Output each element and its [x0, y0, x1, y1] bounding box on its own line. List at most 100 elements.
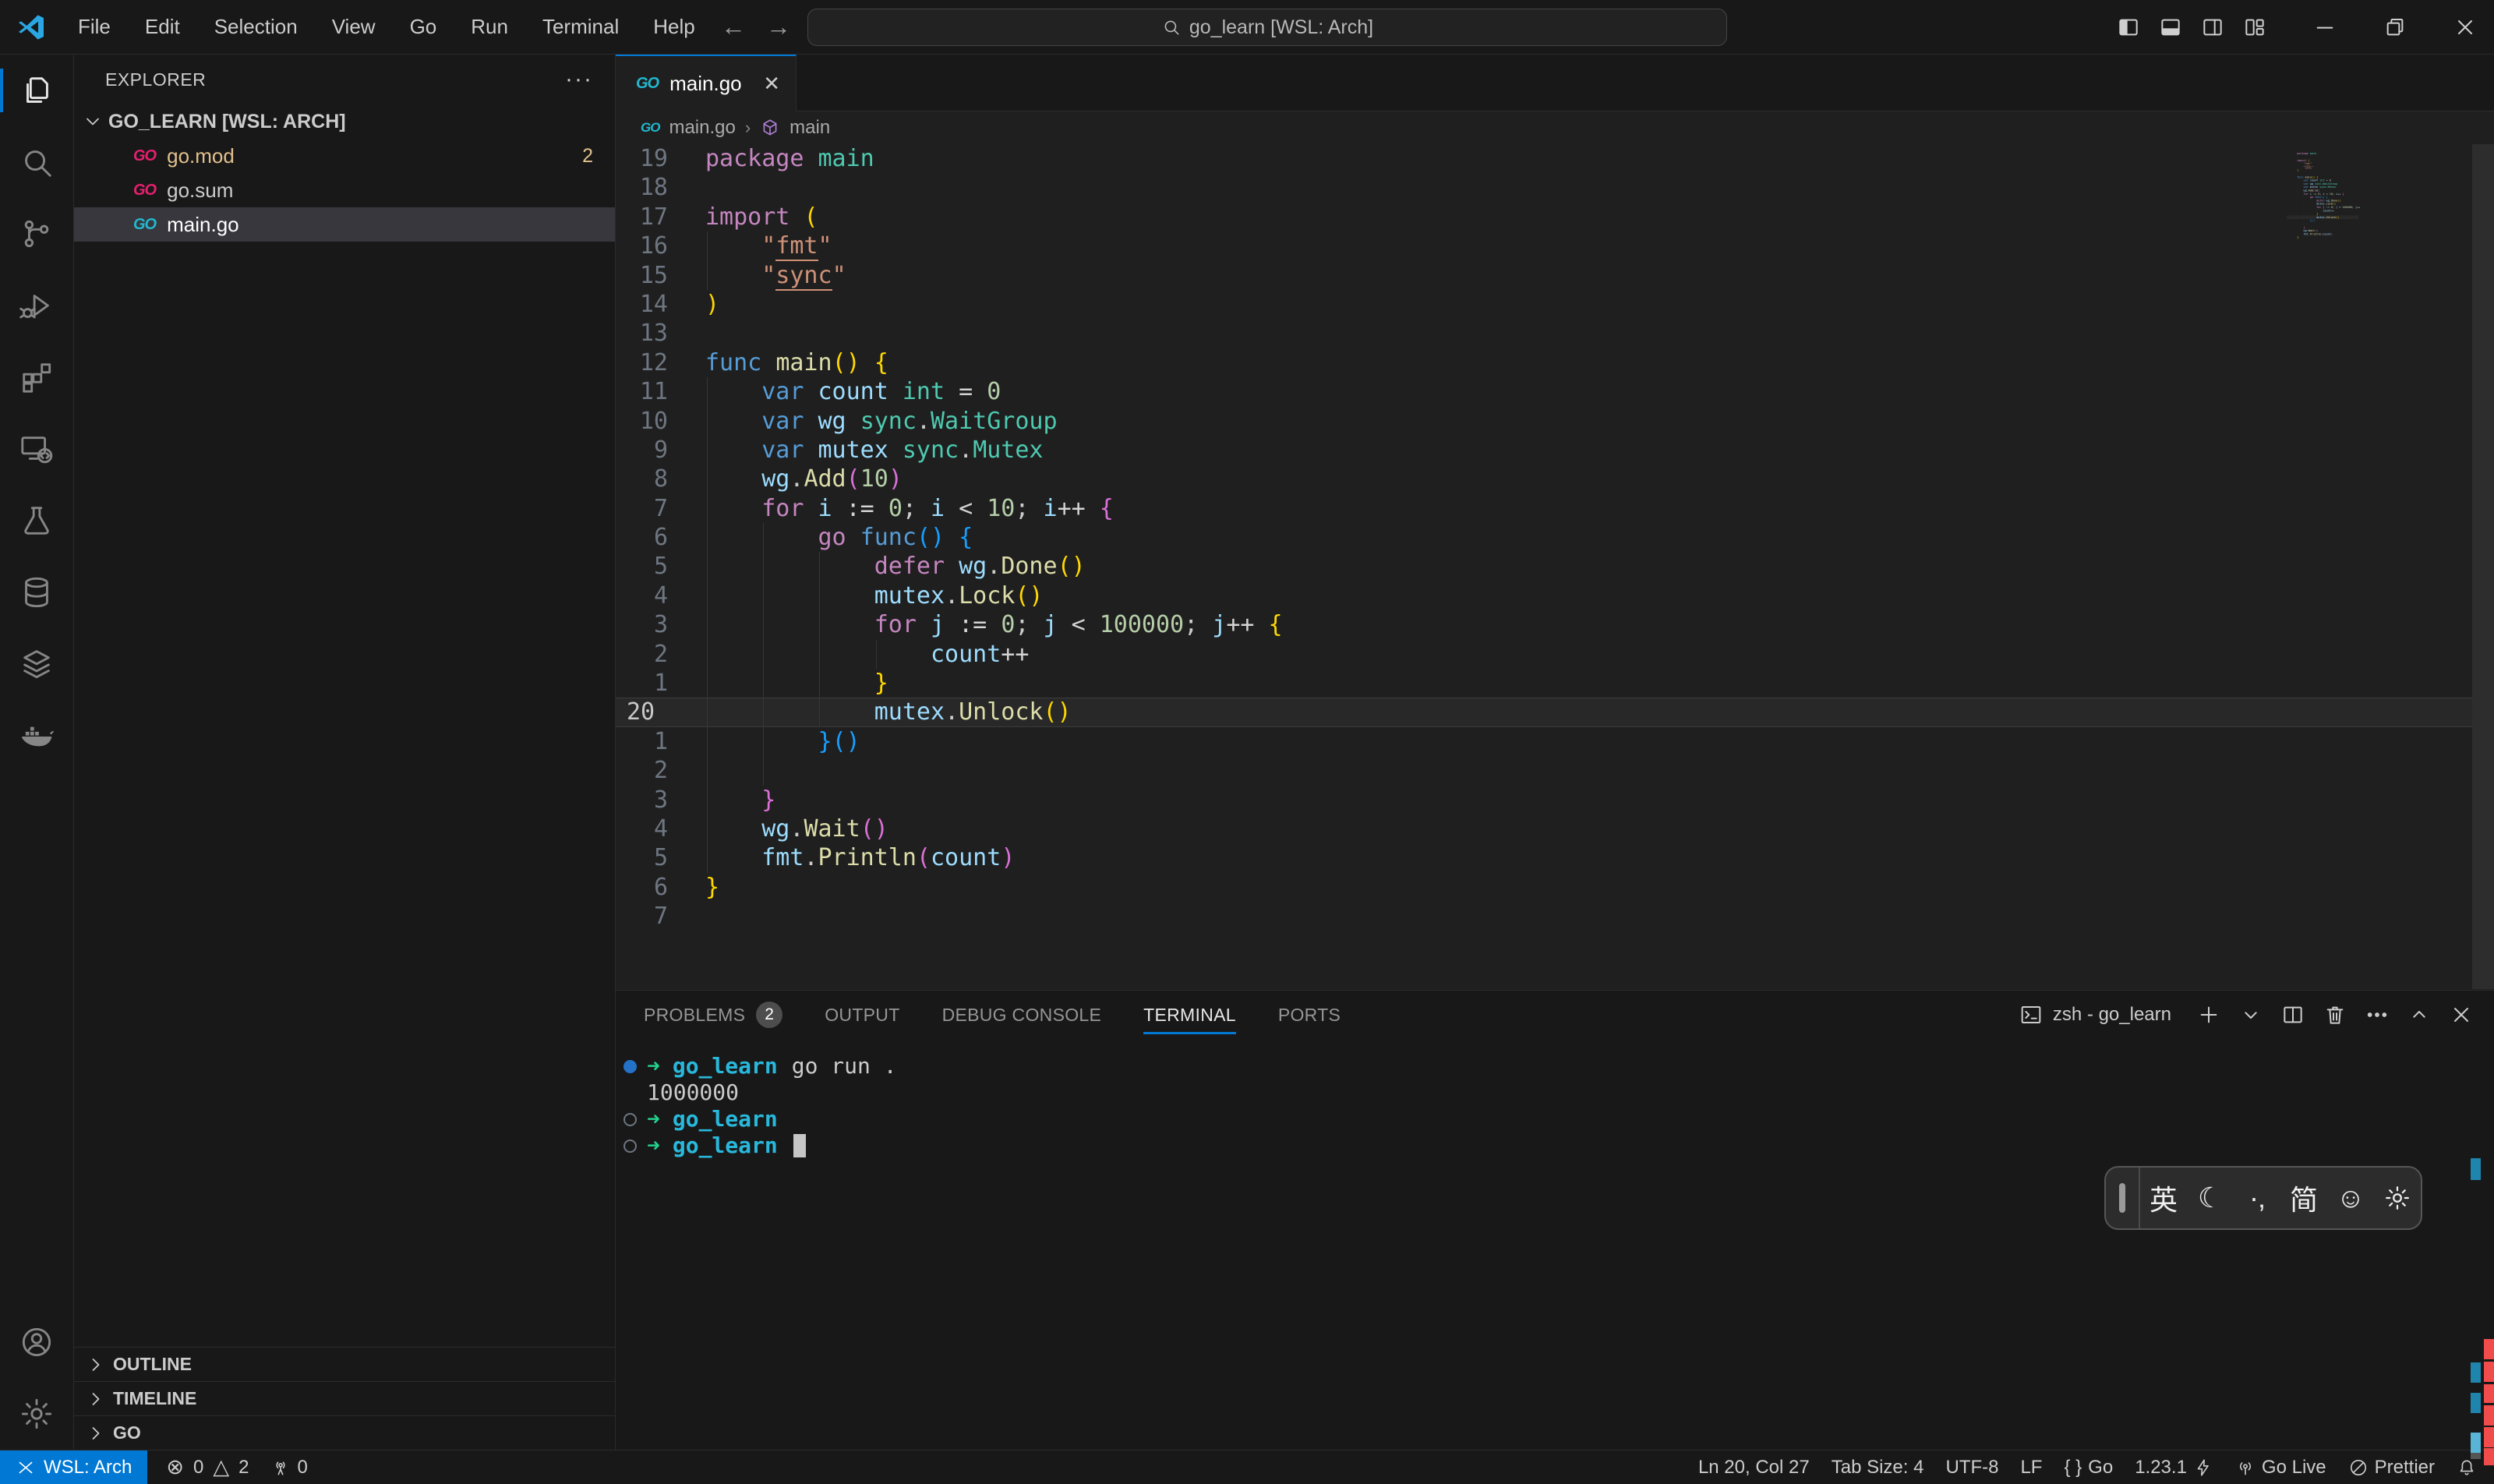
status-eol[interactable]: LF	[2009, 1457, 2053, 1479]
testing-icon[interactable]	[0, 485, 74, 556]
code-line[interactable]: 2	[616, 756, 2494, 785]
line-number[interactable]: 1	[616, 669, 705, 698]
files-icon[interactable]	[0, 55, 74, 126]
status-go-version[interactable]: 1.23.1	[2124, 1457, 2224, 1479]
menu-go[interactable]: Go	[393, 9, 454, 45]
line-number[interactable]: 7	[616, 494, 705, 523]
line-number[interactable]: 5	[616, 552, 705, 581]
menu-run[interactable]: Run	[454, 9, 525, 45]
command-decoration-icon[interactable]	[624, 1140, 647, 1153]
nav-back-icon[interactable]: ←	[721, 12, 746, 41]
close-window-icon[interactable]	[2444, 0, 2486, 55]
code-line[interactable]: 16 "fmt"	[616, 231, 2494, 260]
code-line[interactable]: 12func main() {	[616, 348, 2494, 377]
line-number[interactable]: 2	[616, 640, 705, 669]
ime-emoji-icon[interactable]: ☺	[2327, 1178, 2374, 1218]
toggle-secondary-sidebar-icon[interactable]	[2192, 0, 2234, 55]
editor-scrollbar[interactable]	[2472, 144, 2494, 989]
line-number[interactable]: 11	[616, 377, 705, 406]
gear-icon[interactable]	[0, 1378, 74, 1450]
code-line[interactable]: 6}	[616, 873, 2494, 902]
code-line[interactable]: 5 defer wg.Done()	[616, 552, 2494, 581]
code-line[interactable]: 13	[616, 319, 2494, 348]
line-number[interactable]: 9	[616, 436, 705, 465]
code-line[interactable]: 11 var count int = 0	[616, 377, 2494, 406]
panel-tab-ports[interactable]: PORTS	[1278, 991, 1341, 1039]
folder-section-header[interactable]: GO_LEARN [WSL: ARCH]	[74, 104, 615, 139]
ime-halfwidth-moon-icon[interactable]: ☾	[2187, 1178, 2234, 1218]
status-go-live[interactable]: Go Live	[2224, 1457, 2337, 1479]
code-line[interactable]: 8 wg.Add(10)	[616, 465, 2494, 493]
explorer-actions-icon[interactable]: ···	[565, 66, 593, 93]
source-control-icon[interactable]	[0, 198, 74, 270]
command-decoration-icon[interactable]	[624, 1113, 647, 1126]
line-number[interactable]: 1	[616, 727, 705, 756]
run-debug-icon[interactable]	[0, 270, 74, 341]
line-number[interactable]: 7	[616, 902, 705, 931]
panel-tab-debug-console[interactable]: DEBUG CONSOLE	[942, 991, 1102, 1039]
terminal-dropdown-icon[interactable]	[2234, 998, 2268, 1032]
code-line[interactable]: 15 "sync"	[616, 261, 2494, 290]
extensions-icon[interactable]	[0, 341, 74, 413]
line-number[interactable]: 4	[616, 581, 705, 610]
terminal-body[interactable]: ➜go_learngo run .1000000➜go_learn➜go_lea…	[616, 1039, 2494, 1159]
line-number[interactable]: 19	[616, 144, 705, 173]
menu-edit[interactable]: Edit	[128, 9, 197, 45]
status-prettier[interactable]: Prettier	[2337, 1457, 2446, 1479]
split-terminal-icon[interactable]	[2276, 998, 2310, 1032]
line-number[interactable]: 12	[616, 348, 705, 377]
minimap[interactable]: 0package main00import (0 "fmt"0 "sync"0)…	[2287, 152, 2362, 323]
breadcrumb-file[interactable]: main.go	[669, 117, 735, 139]
line-number[interactable]: 3	[616, 610, 705, 639]
terminal-instance[interactable]: zsh - go_learn	[2019, 1002, 2171, 1027]
code-line[interactable]: 6 go func() {	[616, 523, 2494, 552]
search-icon[interactable]	[0, 126, 74, 198]
code-line[interactable]: 17import (	[616, 203, 2494, 231]
ports-indicator[interactable]: 0	[260, 1450, 318, 1484]
remote-indicator[interactable]: WSL: Arch	[0, 1450, 147, 1484]
line-number[interactable]: 8	[616, 465, 705, 493]
restore-icon[interactable]	[2374, 0, 2416, 55]
nav-forward-icon[interactable]: →	[766, 12, 791, 41]
breadcrumb[interactable]: GO main.go › main	[616, 111, 2494, 144]
code-line[interactable]: 7 for i := 0; i < 10; i++ {	[616, 494, 2494, 523]
status-language-mode[interactable]: { }Go	[2053, 1457, 2124, 1479]
status-cursor-position[interactable]: Ln 20, Col 27	[1687, 1457, 1821, 1479]
command-decoration-icon[interactable]	[624, 1060, 647, 1073]
menu-help[interactable]: Help	[636, 9, 712, 45]
code-line[interactable]: 7	[616, 902, 2494, 931]
database-icon[interactable]	[0, 556, 74, 628]
line-number[interactable]: 6	[616, 873, 705, 902]
ime-simplified-chinese-icon[interactable]: 简	[2280, 1178, 2327, 1218]
code-line[interactable]: 5 fmt.Println(count)	[616, 843, 2494, 872]
maximize-panel-icon[interactable]	[2402, 998, 2436, 1032]
line-number[interactable]: 18	[616, 173, 705, 202]
menu-file[interactable]: File	[61, 9, 128, 45]
section-go[interactable]: GO	[74, 1415, 615, 1450]
line-number[interactable]: 13	[616, 319, 705, 348]
tab-close-icon[interactable]: ✕	[763, 72, 780, 96]
layers-icon[interactable]	[0, 628, 74, 700]
code-lines[interactable]: 19package main1817import (16 "fmt"15 "sy…	[616, 144, 2494, 931]
panel-tab-terminal[interactable]: TERMINAL	[1143, 991, 1236, 1039]
code-line[interactable]: 1 }()	[616, 727, 2494, 756]
breadcrumb-symbol[interactable]: main	[790, 117, 830, 139]
line-number[interactable]: 20	[616, 698, 705, 726]
status-indentation[interactable]: Tab Size: 4	[1821, 1457, 1935, 1479]
ime-drag-handle[interactable]	[2106, 1168, 2140, 1228]
code-line[interactable]: 4 wg.Wait()	[616, 814, 2494, 843]
toggle-sidebar-icon[interactable]	[2107, 0, 2150, 55]
line-number[interactable]: 15	[616, 261, 705, 290]
section-timeline[interactable]: TIMELINE	[74, 1381, 615, 1415]
code-line[interactable]: 9 var mutex sync.Mutex	[616, 436, 2494, 465]
code-line[interactable]: 18	[616, 173, 2494, 202]
line-number[interactable]: 16	[616, 231, 705, 260]
menu-selection[interactable]: Selection	[197, 9, 315, 45]
ime-lang-english-icon[interactable]: 英	[2140, 1178, 2187, 1218]
panel-tab-output[interactable]: OUTPUT	[825, 991, 899, 1039]
close-panel-icon[interactable]	[2444, 998, 2478, 1032]
customize-layout-icon[interactable]	[2234, 0, 2276, 55]
problems-indicator[interactable]: ⊗ 0 △ 2	[147, 1450, 260, 1484]
ime-settings-icon[interactable]	[2374, 1178, 2421, 1218]
status-encoding[interactable]: UTF-8	[1934, 1457, 2009, 1479]
